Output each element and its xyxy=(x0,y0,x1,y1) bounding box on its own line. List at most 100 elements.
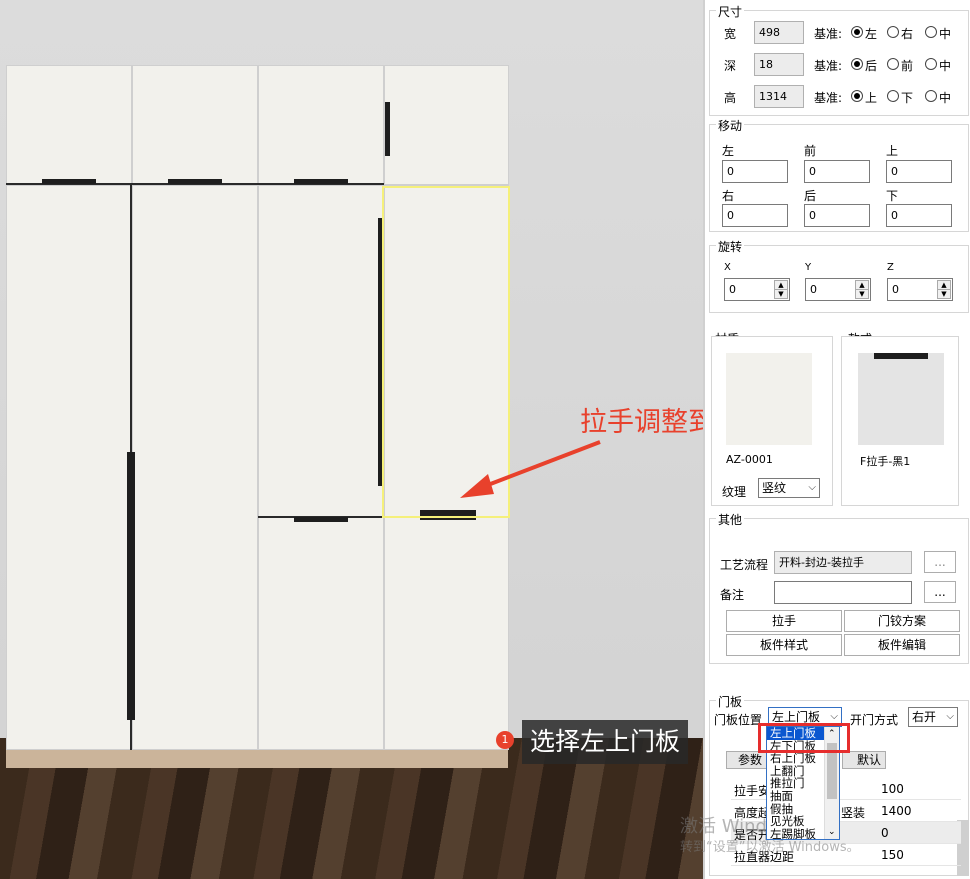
handle-preview-bar xyxy=(874,353,928,359)
basis-right-radio[interactable] xyxy=(887,26,899,38)
move-left-label: 左 xyxy=(722,144,735,158)
width-label: 宽 xyxy=(724,27,737,41)
3d-viewport[interactable]: 拉手调整到下端的效果 1 选择左上门板 xyxy=(0,0,703,879)
rotate-title: 旋转 xyxy=(716,238,745,255)
chevron-down-icon: ⌵ xyxy=(946,711,954,722)
process-label: 工艺流程 xyxy=(720,558,769,572)
wardrobe-door-low-4[interactable] xyxy=(384,517,509,750)
radio-label: 中 xyxy=(939,27,952,41)
other-title: 其他 xyxy=(716,511,745,528)
move-back-input[interactable]: 0 xyxy=(804,204,870,227)
process-more-button[interactable]: ... xyxy=(924,551,956,573)
basis-center-radio[interactable] xyxy=(925,90,937,102)
wardrobe-door-tall-1[interactable] xyxy=(6,185,132,750)
style-name: F拉手-黑1 xyxy=(860,455,911,468)
annotation-arrow xyxy=(460,440,601,498)
param-value: 150 xyxy=(881,848,904,862)
basis-center-radio[interactable] xyxy=(925,26,937,38)
wardrobe-door-mid-3[interactable] xyxy=(258,185,384,517)
handle-bar xyxy=(294,179,348,184)
rotate-group: 旋转 X 0 ▲ ▼ Y 0 ▲ ▼ Z 0 ▲ ▼ xyxy=(709,238,969,313)
depth-field[interactable]: 18 xyxy=(754,53,804,76)
style-card[interactable]: F拉手-黑1 xyxy=(841,336,959,506)
handle-bar xyxy=(294,517,348,522)
door-position-label: 门板位置 xyxy=(714,713,763,727)
basis-back-radio[interactable] xyxy=(851,58,863,70)
step-badge: 1 xyxy=(496,731,514,749)
basis-center-radio[interactable] xyxy=(925,58,937,70)
radio-label: 中 xyxy=(939,59,952,73)
open-mode-select[interactable]: 右开 ⌵ xyxy=(908,707,958,727)
remark-input[interactable] xyxy=(774,581,912,604)
move-down-label: 下 xyxy=(886,189,899,203)
width-field[interactable]: 498 xyxy=(754,21,804,44)
process-field[interactable]: 开料-封边-装拉手 xyxy=(774,551,912,574)
rotate-z-spinner[interactable]: 0 ▲ ▼ xyxy=(887,278,953,301)
basis-label: 基准: xyxy=(814,91,843,105)
panel-edit-button[interactable]: 板件编辑 xyxy=(844,634,960,656)
wardrobe-door-low-3[interactable] xyxy=(258,517,384,750)
grain-label: 纹理 xyxy=(722,485,747,499)
wardrobe-door-tall-2[interactable] xyxy=(132,185,258,750)
annotation-text: 拉手调整到下端的效果 xyxy=(580,407,703,438)
handle-bar xyxy=(42,179,96,184)
move-right-input[interactable]: 0 xyxy=(722,204,788,227)
wardrobe-door-top-3[interactable] xyxy=(258,65,384,185)
move-group: 移动 左 0 前 0 上 0 右 0 后 0 下 0 xyxy=(709,117,969,232)
spin-down-icon[interactable]: ▼ xyxy=(855,289,869,299)
radio-label: 左 xyxy=(865,27,878,41)
wardrobe-door-top-4[interactable] xyxy=(384,65,509,185)
spin-down-icon[interactable]: ▼ xyxy=(774,289,788,299)
rotate-z-label: Z xyxy=(887,262,894,273)
height-field[interactable]: 1314 xyxy=(754,85,804,108)
panel-style-button[interactable]: 板件样式 xyxy=(726,634,842,656)
wardrobe-door-top-2[interactable] xyxy=(132,65,258,185)
open-mode-label: 开门方式 xyxy=(850,713,899,727)
move-left-input[interactable]: 0 xyxy=(722,160,788,183)
cabinet-base xyxy=(6,748,508,768)
radio-label: 中 xyxy=(939,91,952,105)
rotate-y-spinner[interactable]: 0 ▲ ▼ xyxy=(805,278,871,301)
basis-label: 基准: xyxy=(814,59,843,73)
rotate-x-label: X xyxy=(724,262,731,273)
rotate-y-value: 0 xyxy=(810,283,817,296)
chevron-down-icon: ⌵ xyxy=(808,482,816,493)
param-value: 100 xyxy=(881,782,904,796)
size-group: 尺寸 宽 498 基准: 左 右 中 深 18 基准: 后 前 中 高 1314… xyxy=(709,3,969,116)
move-up-label: 上 xyxy=(886,144,899,158)
material-card[interactable]: AZ-0001 纹理 竖纹 ⌵ xyxy=(711,336,833,506)
style-preview xyxy=(858,353,944,445)
radio-label: 后 xyxy=(865,59,878,73)
step-label: 选择左上门板 xyxy=(522,720,689,764)
door-position-value: 左上门板 xyxy=(772,710,821,724)
basis-front-radio[interactable] xyxy=(887,58,899,70)
chevron-down-icon[interactable]: ⌄ xyxy=(828,827,836,837)
grain-value: 竖纹 xyxy=(762,481,787,495)
move-down-input[interactable]: 0 xyxy=(886,204,952,227)
default-button[interactable]: 默认 xyxy=(842,751,886,769)
other-group: 其他 工艺流程 开料-封边-装拉手 ... 备注 ... 拉手 门铰方案 板件样… xyxy=(709,511,969,664)
hinge-plan-button[interactable]: 门铰方案 xyxy=(844,610,960,632)
remark-more-button[interactable]: ... xyxy=(924,581,956,603)
param-value: 1400 xyxy=(881,804,912,818)
depth-label: 深 xyxy=(724,59,737,73)
radio-label: 上 xyxy=(865,91,878,105)
basis-left-radio[interactable] xyxy=(851,26,863,38)
rotate-x-spinner[interactable]: 0 ▲ ▼ xyxy=(724,278,790,301)
material-swatch xyxy=(726,353,812,445)
grain-select[interactable]: 竖纹 ⌵ xyxy=(758,478,820,498)
radio-label: 前 xyxy=(901,59,914,73)
highlight-box xyxy=(758,723,850,753)
size-title: 尺寸 xyxy=(716,3,745,20)
handle-bar xyxy=(168,179,222,184)
wardrobe-door-top-1[interactable] xyxy=(6,65,132,185)
param-value: 0 xyxy=(881,826,889,840)
basis-top-radio[interactable] xyxy=(851,90,863,102)
move-front-label: 前 xyxy=(804,144,817,158)
basis-bottom-radio[interactable] xyxy=(887,90,899,102)
move-up-input[interactable]: 0 xyxy=(886,160,952,183)
spin-down-icon[interactable]: ▼ xyxy=(937,289,951,299)
handle-button[interactable]: 拉手 xyxy=(726,610,842,632)
move-front-input[interactable]: 0 xyxy=(804,160,870,183)
rotate-z-value: 0 xyxy=(892,283,899,296)
